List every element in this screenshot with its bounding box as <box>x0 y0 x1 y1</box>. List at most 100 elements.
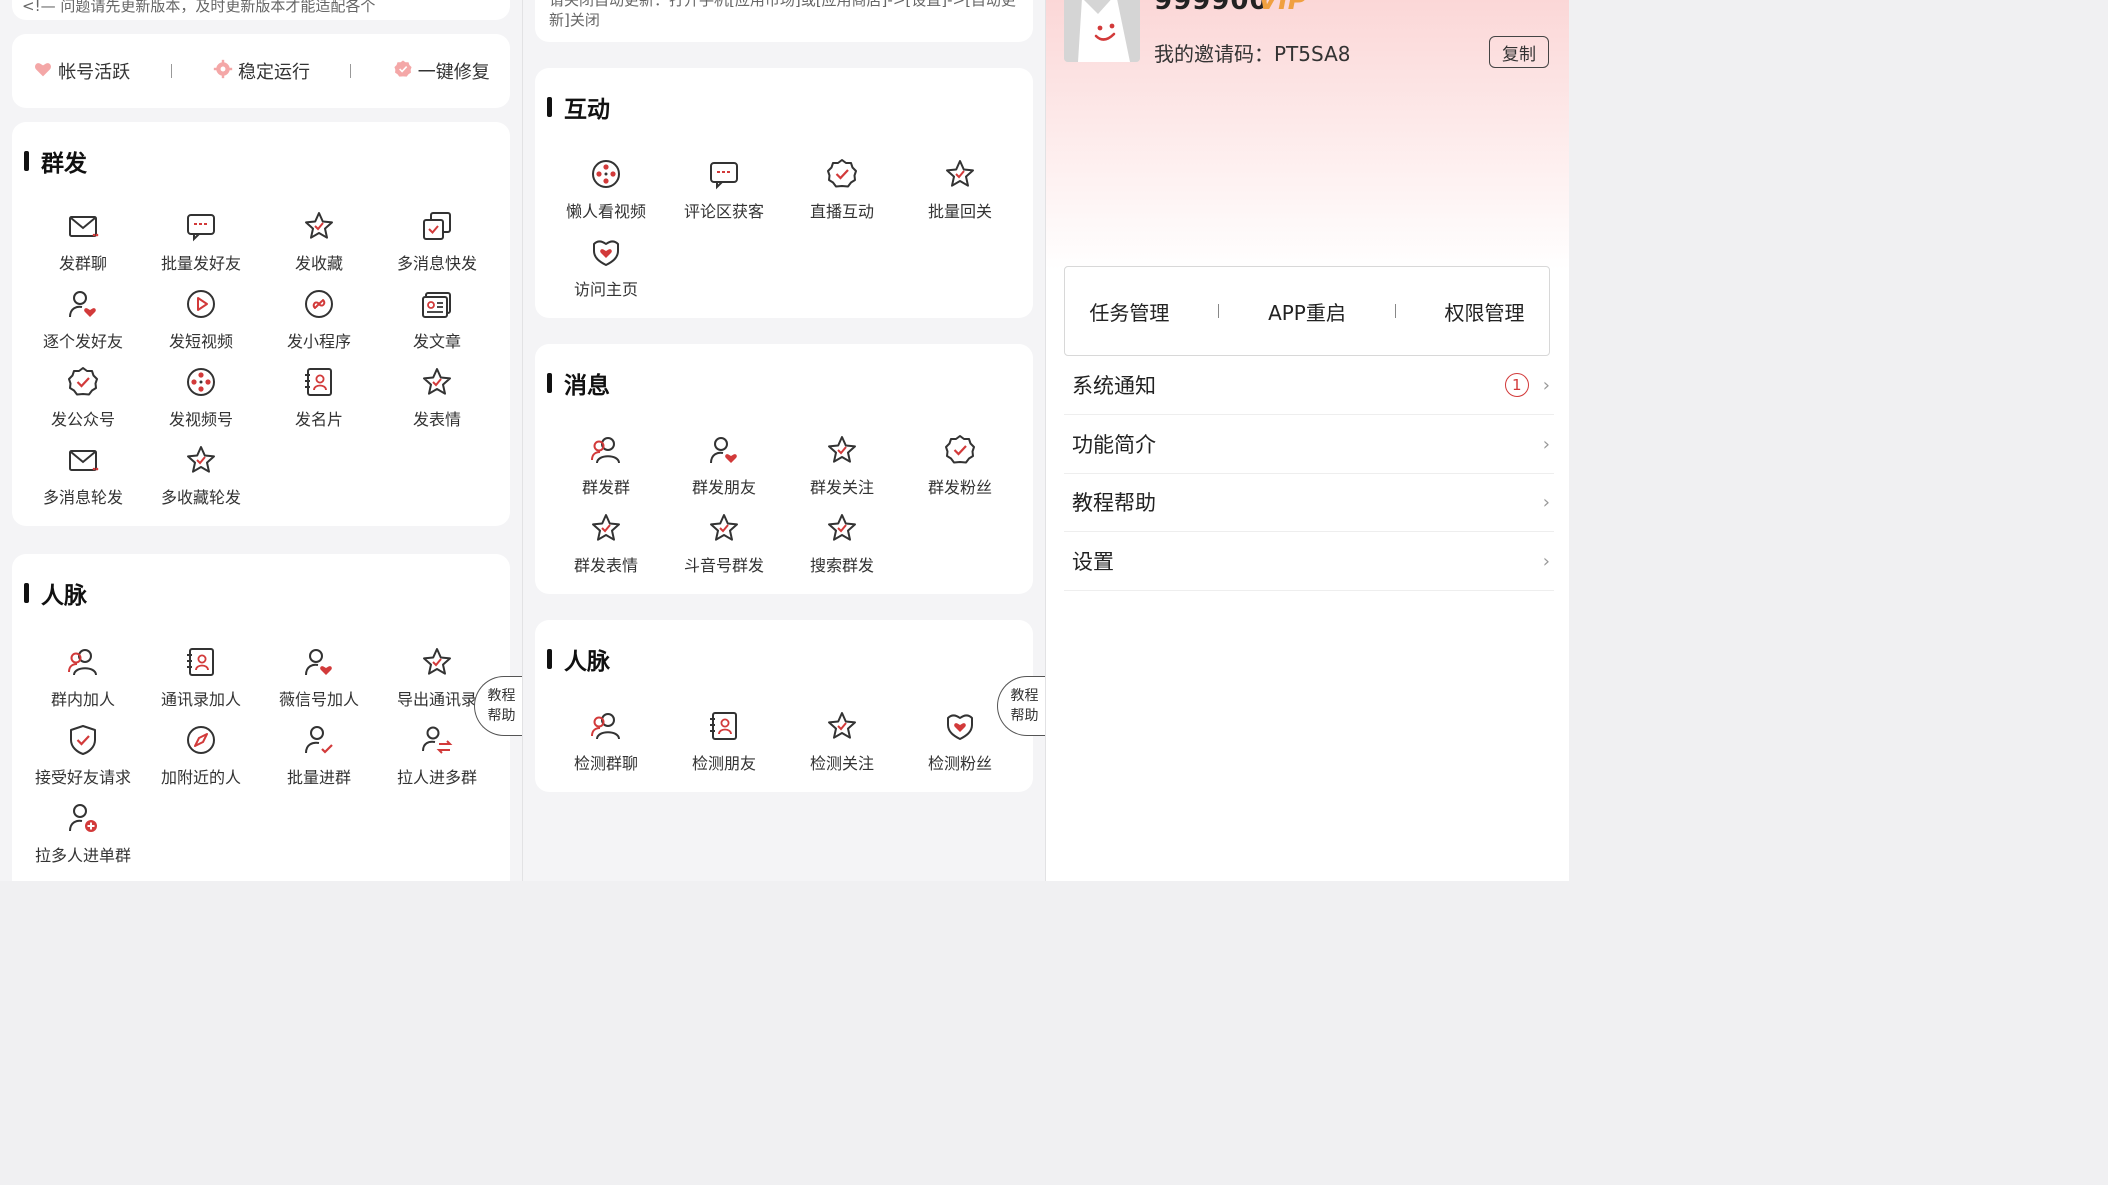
menu-item-settings[interactable]: 设置 › <box>1064 532 1554 591</box>
feature-item-label: 发公众号 <box>50 410 115 429</box>
feature-item[interactable]: 搜索群发 <box>783 506 901 584</box>
feature-item[interactable]: 检测群聊 <box>547 704 665 782</box>
vip-badge: VIP <box>1258 0 1307 16</box>
feature-grid: 懒人看视频 评论区获客 直播互动 批量回关访问主页 <box>547 152 1021 308</box>
feature-item[interactable]: 拉人进多群 <box>378 718 496 796</box>
article-icon <box>422 292 451 318</box>
feature-item[interactable]: 多消息轮发 <box>24 438 142 516</box>
section-title: 人脉 <box>24 576 87 610</box>
feature-item[interactable]: 多消息快发 <box>378 204 496 282</box>
feature-item[interactable]: 加附近的人 <box>142 718 260 796</box>
user-plus-icon <box>69 804 97 832</box>
feature-item[interactable]: 群发关注 <box>783 428 901 506</box>
feature-item[interactable]: 斗音号群发 <box>665 506 783 584</box>
star-icon <box>423 368 451 395</box>
gear-icon <box>213 59 233 78</box>
film-reel-icon <box>187 368 215 396</box>
feature-item[interactable]: 薇信号加人 <box>260 640 378 718</box>
menu-item-tutorial-help[interactable]: 教程帮助 › <box>1064 473 1554 532</box>
feature-item[interactable]: 多收藏轮发 <box>142 438 260 516</box>
badge-check-icon <box>394 59 412 77</box>
feature-item[interactable]: 接受好友请求 <box>24 718 142 796</box>
divider <box>1218 304 1220 318</box>
notice-card: <!— 问题请先更新版本，及时更新版本才能适配各个 <box>12 0 510 20</box>
task-management-button[interactable]: 任务管理 <box>1089 297 1169 326</box>
quick-action-stable-run[interactable]: 稳定运行 <box>212 58 310 85</box>
management-bar: 任务管理 APP重启 权限管理 <box>1064 266 1550 356</box>
feature-item[interactable]: 批量回关 <box>901 152 1019 230</box>
film-reel-icon <box>592 160 620 188</box>
star-icon <box>187 446 215 473</box>
quick-action-account-active[interactable]: 帐号活跃 <box>32 58 130 85</box>
feature-item[interactable]: 检测关注 <box>783 704 901 782</box>
heart-icon <box>35 62 52 76</box>
feature-item-label: 加附近的人 <box>160 768 241 787</box>
avatar[interactable] <box>1064 0 1140 62</box>
feature-item[interactable]: 发表情 <box>378 360 496 438</box>
feature-item-label: 懒人看视频 <box>565 202 646 221</box>
quick-action-label: 稳定运行 <box>237 62 310 83</box>
user-heart-icon <box>305 649 332 676</box>
feature-item[interactable]: 拉多人进单群 <box>24 796 142 874</box>
feature-item-label: 搜索群发 <box>809 556 874 575</box>
section-contacts: 人脉 群内加人 通讯录加人 薇信号加人 导出通讯录 接受好友请求 加附近的人 批量进群 拉人进… <box>12 554 510 881</box>
feature-item-label: 多消息快发 <box>396 254 477 273</box>
feature-item-label: 发小程序 <box>286 332 351 351</box>
app-restart-button[interactable]: APP重启 <box>1268 297 1346 326</box>
user-id: 999900 <box>1154 0 1269 16</box>
update-notice: <!— 问题请先更新版本，及时更新版本才能适配各个 <box>22 0 376 15</box>
badge-check-icon <box>827 159 857 188</box>
feature-item[interactable]: 发短视频 <box>142 282 260 360</box>
feature-item-label: 群发表情 <box>573 556 638 575</box>
shield-check-icon <box>70 725 96 755</box>
gear-icon <box>212 58 234 85</box>
feature-item-label: 发名片 <box>294 410 343 429</box>
star-icon <box>828 712 856 739</box>
star-icon <box>828 514 856 541</box>
feature-item[interactable]: 评论区获客 <box>665 152 783 230</box>
invite-code: 我的邀请码：PT5SA8 <box>1154 42 1351 66</box>
contact-card-icon <box>305 368 332 396</box>
star-icon <box>592 514 620 541</box>
permission-management-button[interactable]: 权限管理 <box>1445 297 1525 326</box>
feature-item[interactable]: 直播互动 <box>783 152 901 230</box>
copy-button[interactable]: 复制 <box>1489 36 1549 68</box>
section-mass-send: 群发 发群聊 批量发好友 发收藏 多消息快发 逐个发好友 发短视频 发小程序 发文章 发公众号发… <box>12 122 510 526</box>
feature-item[interactable]: 发群聊 <box>24 204 142 282</box>
feature-item[interactable]: 发名片 <box>260 360 378 438</box>
play-circle-icon <box>187 290 215 318</box>
feature-item[interactable]: 群发表情 <box>547 506 665 584</box>
profile-panel: 999900 VIP 我的邀请码：PT5SA8 复制 任务管理 APP重启 权限… <box>1045 0 1569 881</box>
badge-check-icon <box>392 58 414 85</box>
feature-item[interactable]: 发收藏 <box>260 204 378 282</box>
feature-item[interactable]: 发文章 <box>378 282 496 360</box>
feature-item[interactable]: 检测朋友 <box>665 704 783 782</box>
feature-item[interactable]: 通讯录加人 <box>142 640 260 718</box>
feature-item[interactable]: 发视频号 <box>142 360 260 438</box>
cat-avatar-icon <box>1064 0 1140 62</box>
left-panel: <!— 问题请先更新版本，及时更新版本才能适配各个 帐号活跃 稳定运行 一键修复… <box>0 0 522 881</box>
menu-item-feature-intro[interactable]: 功能简介 › <box>1064 415 1554 474</box>
feature-item[interactable]: 群发群 <box>547 428 665 506</box>
feature-grid: 群内加人 通讯录加人 薇信号加人 导出通讯录 接受好友请求 加附近的人 批量进群 拉人进多群拉… <box>24 640 498 874</box>
feature-item[interactable]: 发公众号 <box>24 360 142 438</box>
quick-action-one-click-repair[interactable]: 一键修复 <box>392 58 490 85</box>
feature-item[interactable]: 访问主页 <box>547 230 665 308</box>
menu-item-system-notice[interactable]: 系统通知 1 › <box>1064 356 1554 415</box>
users-icon <box>591 437 620 464</box>
feature-item[interactable]: 懒人看视频 <box>547 152 665 230</box>
feature-item[interactable]: 逐个发好友 <box>24 282 142 360</box>
feature-item-label: 拉多人进单群 <box>34 846 131 865</box>
feature-item-label: 群内加人 <box>50 690 115 709</box>
feature-item[interactable]: 批量发好友 <box>142 204 260 282</box>
feature-grid: 发群聊 批量发好友 发收藏 多消息快发逐个发好友 发短视频 发小程序 发文章发公众号 发视频号… <box>24 204 498 516</box>
feature-item[interactable]: 群发粉丝 <box>901 428 1019 506</box>
user-heart-icon <box>710 437 737 464</box>
feature-item[interactable]: 群发朋友 <box>665 428 783 506</box>
divider <box>170 64 172 78</box>
feature-item-label: 批量发好友 <box>160 254 241 273</box>
feature-item[interactable]: 群内加人 <box>24 640 142 718</box>
feature-item[interactable]: 批量进群 <box>260 718 378 796</box>
chat-bubble-icon <box>187 214 215 242</box>
feature-item[interactable]: 发小程序 <box>260 282 378 360</box>
